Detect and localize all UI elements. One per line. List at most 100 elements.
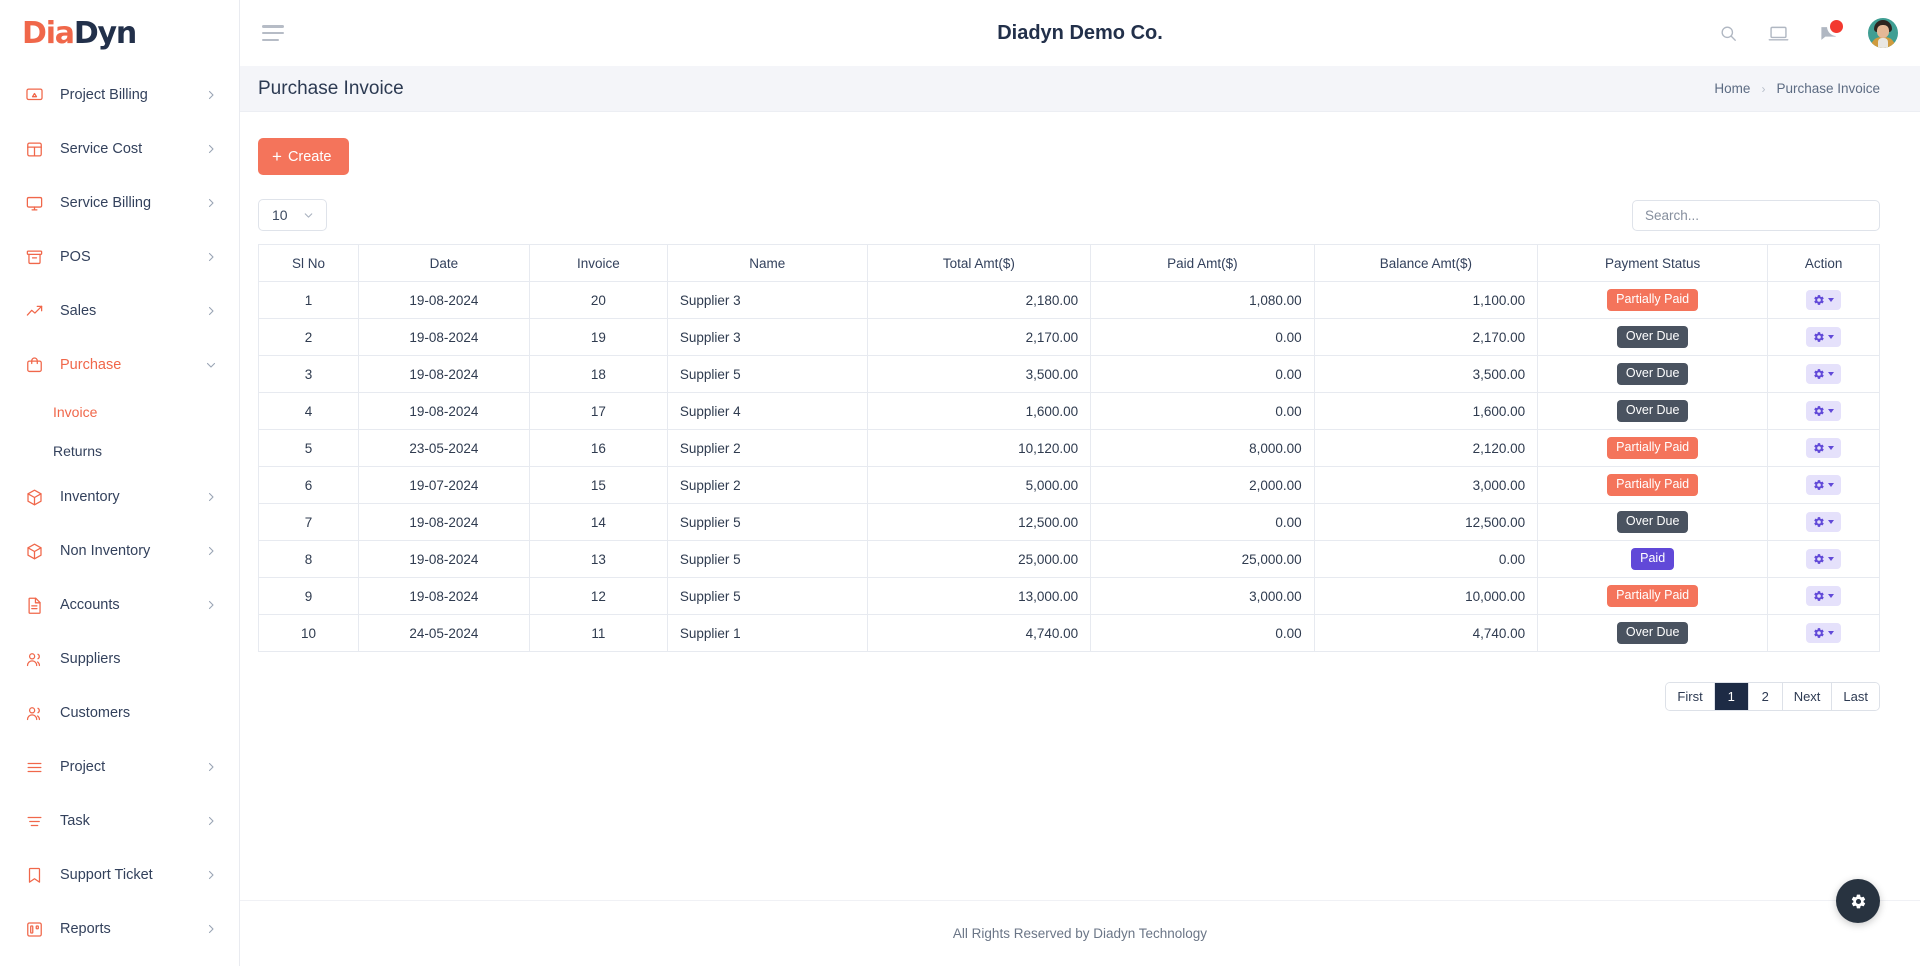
content-area: + Create 10 Sl NoDateInvoiceNameTotal Am…: [240, 112, 1920, 900]
cell-sl-no: 5: [258, 429, 359, 467]
sidebar-subitem-invoice[interactable]: Invoice: [0, 392, 239, 431]
gear-icon: [1813, 331, 1825, 343]
sidebar-item-project[interactable]: Project: [0, 740, 239, 794]
brand-logo[interactable]: DiaDyn: [0, 0, 239, 66]
sidebar-subitem-returns[interactable]: Returns: [0, 431, 239, 470]
row-action-button[interactable]: [1806, 364, 1842, 384]
cell-sl-no: 9: [258, 577, 359, 615]
cell-paid-amount: 0.00: [1090, 392, 1315, 430]
hamburger-bar-1: [262, 25, 284, 28]
sidebar-item-non-inventory[interactable]: Non Inventory: [0, 524, 239, 578]
row-action-button[interactable]: [1806, 623, 1842, 643]
gear-icon: [1813, 627, 1825, 639]
table-body: 1 19-08-2024 20 Supplier 3 2,180.00 1,080.00 1…: [258, 281, 1880, 652]
settings-fab-button[interactable]: [1836, 879, 1880, 923]
column-header: Invoice: [528, 244, 668, 282]
cell-action: [1767, 281, 1880, 319]
row-action-button[interactable]: [1806, 327, 1842, 347]
cell-action: [1767, 355, 1880, 393]
pagination-button-2[interactable]: 2: [1748, 683, 1783, 710]
cell-paid-amount: 0.00: [1090, 614, 1315, 652]
cell-name: Supplier 3: [666, 281, 868, 319]
caret-down-icon: [1828, 557, 1835, 561]
invoice-card: + Create 10 Sl NoDateInvoiceNameTotal Am…: [240, 112, 1920, 900]
row-action-button[interactable]: [1806, 549, 1842, 569]
row-action-button[interactable]: [1806, 586, 1842, 606]
status-badge: Over Due: [1616, 400, 1689, 422]
sidebar-item-service-billing[interactable]: Service Billing: [0, 176, 239, 230]
sidebar-item-support-ticket[interactable]: Support Ticket: [0, 848, 239, 902]
gear-icon: [1813, 368, 1825, 380]
notification-badge: [1827, 16, 1846, 36]
cell-name: Supplier 2: [666, 466, 868, 504]
search-icon[interactable]: [1719, 24, 1738, 43]
sidebar-item-purchase[interactable]: Purchase: [0, 338, 239, 392]
sidebar-item-pos[interactable]: POS: [0, 230, 239, 284]
chevron-right-icon: [205, 197, 217, 209]
column-header: Name: [666, 244, 868, 282]
pagination-button-first[interactable]: First: [1666, 683, 1715, 710]
cell-total-amount: 10,120.00: [866, 429, 1092, 467]
pagination-button-last[interactable]: Last: [1832, 683, 1879, 710]
cell-balance-amount: 10,000.00: [1313, 577, 1539, 615]
cell-name: Supplier 3: [666, 318, 868, 356]
sidebar-item-customers[interactable]: Customers: [0, 686, 239, 740]
avatar[interactable]: [1868, 18, 1898, 48]
sidebar-item-inventory[interactable]: Inventory: [0, 470, 239, 524]
cell-paid-amount: 0.00: [1090, 503, 1315, 541]
table-row: 6 19-07-2024 15 Supplier 2 5,000.00 2,000.00 3…: [258, 466, 1880, 504]
cell-balance-amount: 3,000.00: [1313, 466, 1539, 504]
sidebar-item-project-billing[interactable]: Project Billing: [0, 68, 239, 122]
search-input[interactable]: [1632, 199, 1880, 231]
footer-text: All Rights Reserved by Diadyn Technology: [952, 926, 1208, 941]
cell-invoice: 19: [528, 318, 668, 356]
sidebar-item-label: Service Cost: [60, 141, 143, 157]
cell-action: [1767, 614, 1880, 652]
cell-action: [1767, 577, 1880, 615]
screen-icon[interactable]: [1768, 23, 1789, 44]
cell-name: Supplier 5: [666, 503, 868, 541]
message-icon[interactable]: [1819, 16, 1846, 43]
task-icon: [24, 811, 44, 831]
breadcrumb-home[interactable]: Home: [1714, 81, 1750, 96]
cell-paid-amount: 8,000.00: [1090, 429, 1315, 467]
page-header: Purchase Invoice Home › Purchase Invoice: [240, 66, 1920, 112]
purchase-icon: [24, 355, 44, 375]
gear-icon: [1813, 405, 1825, 417]
page-length-select[interactable]: 10: [258, 199, 327, 231]
menu-toggle-icon[interactable]: [262, 25, 284, 41]
row-action-button[interactable]: [1806, 290, 1842, 310]
row-action-button[interactable]: [1806, 438, 1842, 458]
table-row: 1 19-08-2024 20 Supplier 3 2,180.00 1,080.00 1…: [258, 281, 1880, 319]
pagination-button-1[interactable]: 1: [1714, 683, 1749, 710]
sidebar-item-accounts[interactable]: Accounts: [0, 578, 239, 632]
sidebar-item-task[interactable]: Task: [0, 794, 239, 848]
sidebar-item-label: Customers: [60, 705, 131, 721]
sidebar: DiaDyn Project Billing Service Cost Servic…: [0, 0, 240, 966]
sidebar-item-suppliers[interactable]: Suppliers: [0, 632, 239, 686]
row-action-button[interactable]: [1806, 512, 1842, 532]
cell-total-amount: 25,000.00: [866, 540, 1092, 578]
chevron-right-icon: [205, 491, 217, 503]
cell-balance-amount: 1,600.00: [1313, 392, 1539, 430]
project-billing-icon: [24, 85, 44, 105]
cell-payment-status: Partially Paid: [1537, 429, 1769, 467]
cell-total-amount: 12,500.00: [866, 503, 1092, 541]
sidebar-item-label: Project Billing: [60, 87, 148, 103]
row-action-button[interactable]: [1806, 401, 1842, 421]
pagination-button-next[interactable]: Next: [1782, 683, 1833, 710]
main-area: Diadyn Demo Co. Purchase Invoice Home › …: [240, 0, 1920, 966]
cell-sl-no: 1: [258, 281, 359, 319]
cell-invoice: 18: [528, 355, 668, 393]
cell-name: Supplier 1: [666, 614, 868, 652]
sidebar-item-service-cost[interactable]: Service Cost: [0, 122, 239, 176]
row-action-button[interactable]: [1806, 475, 1842, 495]
sidebar-item-reports[interactable]: Reports: [0, 902, 239, 956]
create-button[interactable]: + Create: [258, 138, 350, 175]
cell-payment-status: Over Due: [1537, 355, 1769, 393]
table-row: 4 19-08-2024 17 Supplier 4 1,600.00 0.00 1,600…: [258, 392, 1880, 430]
cell-invoice: 14: [528, 503, 668, 541]
table-header-row: Sl No Date Invoice Name Total Amt($) Paid Amt…: [258, 244, 1880, 282]
chevron-right-icon: [205, 251, 217, 263]
sidebar-item-sales[interactable]: Sales: [0, 284, 239, 338]
